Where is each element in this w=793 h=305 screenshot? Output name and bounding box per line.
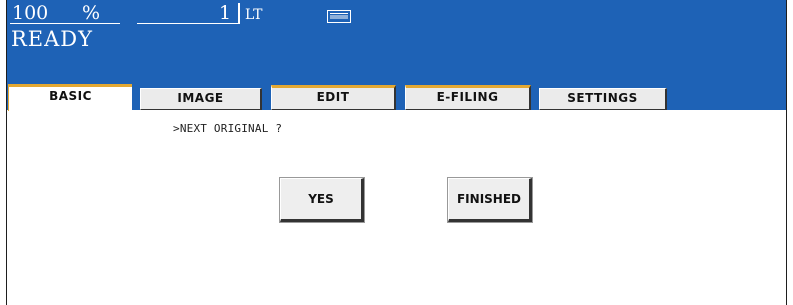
copies-underline <box>137 23 239 24</box>
tab-settings[interactable]: SETTINGS <box>539 88 667 110</box>
yes-button[interactable]: YES <box>280 178 364 222</box>
copies-divider <box>238 3 240 24</box>
copies-count: 1 <box>219 2 232 24</box>
tab-edit-label: EDIT <box>316 90 350 104</box>
status-header: 100 % 1 LT READY BASIC IMAGE EDIT E-FILI… <box>7 0 786 111</box>
copier-panel: 100 % 1 LT READY BASIC IMAGE EDIT E-FILI… <box>6 0 787 305</box>
tab-settings-label: SETTINGS <box>567 91 638 105</box>
tab-basic[interactable]: BASIC <box>8 84 132 111</box>
tab-image[interactable]: IMAGE <box>140 88 262 110</box>
tab-e-filing[interactable]: E-FILING <box>405 85 531 110</box>
machine-status: READY <box>11 27 94 51</box>
tab-e-filing-label: E-FILING <box>436 90 499 104</box>
paper-tray-icon <box>327 10 351 23</box>
finished-button[interactable]: FINISHED <box>448 178 532 222</box>
tab-image-label: IMAGE <box>177 91 224 105</box>
zoom-unit: % <box>82 2 101 24</box>
tab-edit[interactable]: EDIT <box>271 85 396 110</box>
zoom-value: 100 <box>12 2 49 24</box>
paper-size: LT <box>245 7 263 23</box>
next-original-prompt: >NEXT ORIGINAL ? <box>173 122 283 135</box>
tab-basic-label: BASIC <box>49 89 92 103</box>
zoom-underline <box>10 23 120 24</box>
